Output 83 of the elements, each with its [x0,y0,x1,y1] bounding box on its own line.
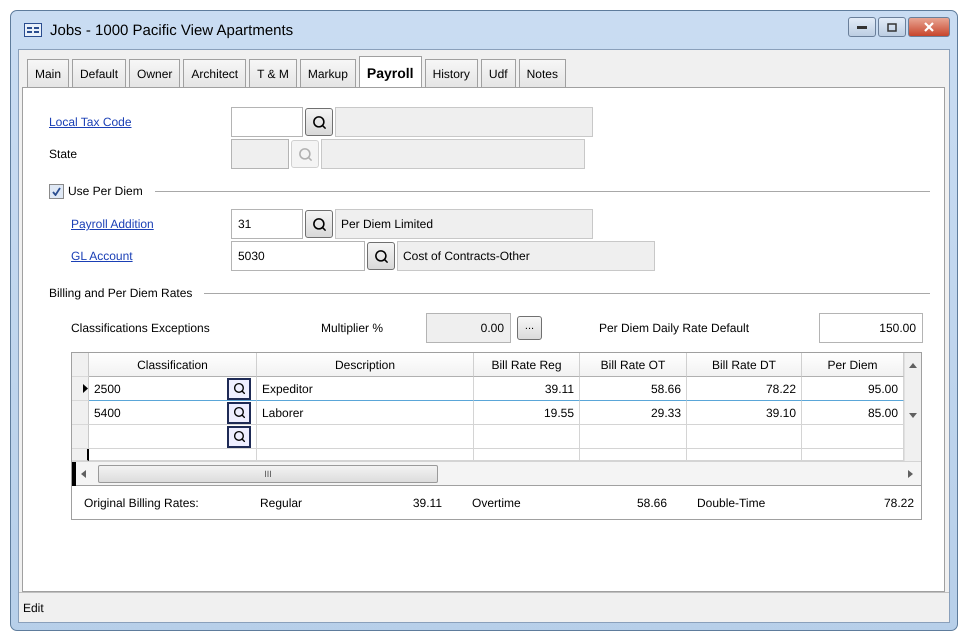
search-icon [232,382,246,395]
column-header[interactable]: Description [257,353,474,377]
tab[interactable]: Notes [518,59,566,87]
description-field: Cost of Contracts-Other [397,241,655,271]
search-icon [312,216,326,232]
cell-text: 5400 [94,406,121,420]
table-cell: 58.66 [580,377,687,401]
search-button[interactable] [305,108,333,136]
tab[interactable]: Owner [129,59,180,87]
cell-text: 2500 [94,382,121,396]
table-cell: 39.10 [687,401,802,425]
rate-value: 58.66 [636,496,667,510]
more-button[interactable]: ... [517,316,542,340]
tab[interactable]: Main [27,59,70,87]
section-title: Billing and Per Diem Rates [49,286,192,300]
field-label: Multiplier % [321,321,384,335]
tab[interactable]: Markup [300,59,356,87]
close-icon [924,22,934,32]
table-cell: 19.55 [474,401,580,425]
search-button[interactable] [305,210,333,238]
rate-value: 78.22 [882,496,914,510]
scroll-left-icon[interactable] [80,470,86,478]
search-icon [374,248,388,264]
tab[interactable]: T & M [249,59,297,87]
checkbox-label: Use Per Diem [68,184,143,198]
minimize-button[interactable] [848,17,876,37]
field-label: Classifications Exceptions [71,321,211,335]
column-header[interactable]: Bill Rate DT [687,353,802,377]
description-field: Per Diem Limited [335,209,593,239]
maximize-button[interactable] [878,17,906,37]
column-header[interactable]: Classification [89,353,257,377]
tab[interactable]: Architect [183,59,246,87]
field-label: Per Diem Daily Rate Default [599,321,750,335]
vertical-scrollbar[interactable] [904,353,921,461]
code-field[interactable]: 5030 [231,241,365,271]
field-link[interactable]: Payroll Addition [71,217,231,231]
code-field[interactable]: 31 [231,209,303,239]
rate-label: Original Billing Rates: [84,496,200,510]
horizontal-scrollbar[interactable]: III [72,461,921,485]
tab[interactable]: Default [72,59,126,87]
rate-value: 39.11 [412,496,442,510]
checkbox[interactable] [49,184,64,198]
field-link[interactable]: GL Account [71,249,231,263]
tab[interactable]: History [424,59,478,87]
scroll-down-icon[interactable] [909,413,917,419]
row-header[interactable] [72,449,89,461]
code-field[interactable] [231,107,303,137]
rate-label: Regular [260,496,304,510]
scroll-thumb[interactable]: III [98,464,438,482]
search-icon [312,114,326,130]
scroll-up-icon[interactable] [909,362,917,368]
search-button[interactable] [227,378,251,400]
table-cell: 78.22 [687,377,802,401]
search-icon [232,406,246,419]
column-header[interactable]: Bill Rate OT [580,353,687,377]
close-button[interactable] [908,17,950,37]
field-link[interactable]: Local Tax Code [49,115,231,129]
minimize-icon [857,25,867,29]
table-cell: Laborer [257,401,474,425]
search-button[interactable] [367,242,395,270]
window-title: Jobs - 1000 Pacific View Apartments [50,22,294,38]
column-header[interactable]: Per Diem [802,353,904,377]
table-cell: 29.33 [580,401,687,425]
column-header[interactable]: Bill Rate Reg [474,353,580,377]
search-button[interactable] [227,426,251,448]
check-icon [52,186,61,196]
scroll-right-icon[interactable] [908,470,912,478]
status-text: Edit [23,600,44,614]
search-icon [232,430,246,443]
tab[interactable]: Payroll [358,56,422,88]
search-icon [298,146,312,162]
search-button[interactable] [227,402,251,424]
maximize-icon [887,22,897,32]
form-icon [24,23,42,37]
multiplier-field[interactable]: 0.00 [426,313,511,343]
rate-label: Double-Time [696,496,766,510]
field-label: State [49,147,78,161]
tab[interactable]: Udf [480,59,516,87]
table-cell: 39.11 [474,377,580,401]
rate-label: Overtime [471,496,522,510]
row-header [72,353,89,377]
table-cell: Expeditor [257,377,474,401]
rate-field[interactable]: 150.00 [819,313,923,343]
